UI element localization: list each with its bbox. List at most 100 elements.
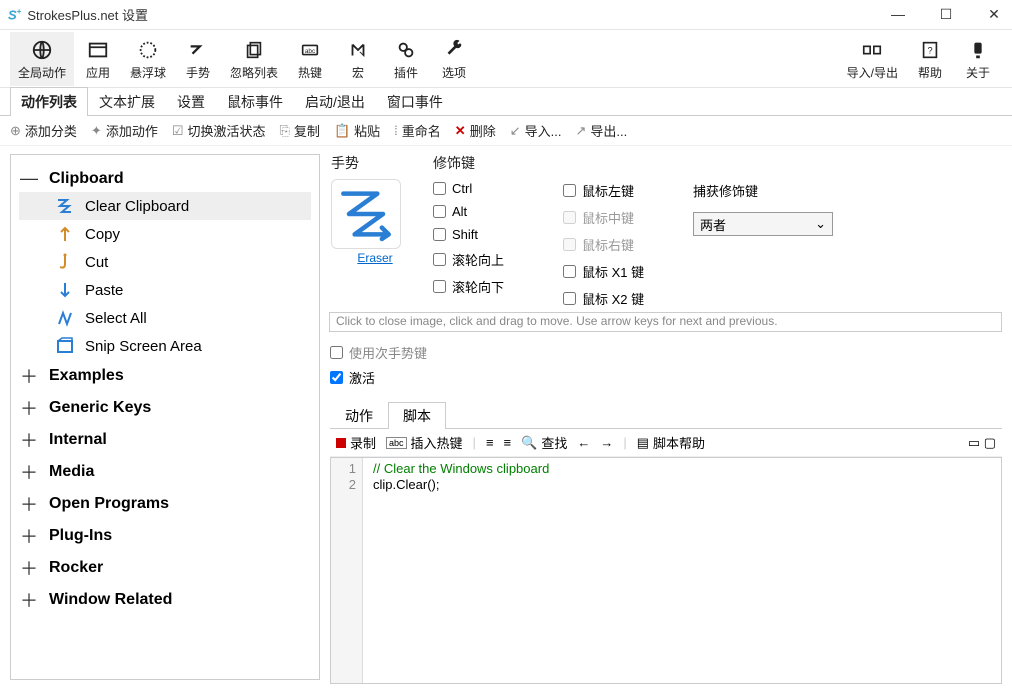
tree-cat-rocker[interactable]: ＋Rocker	[19, 552, 311, 584]
capture-select[interactable]: 两者 ⌄	[693, 212, 833, 236]
toolbar-label: 导入/导出	[847, 64, 898, 81]
subtab-mouse[interactable]: 鼠标事件	[216, 87, 294, 116]
prev-button[interactable]: ←	[577, 435, 590, 450]
import-button[interactable]: ↙导入...	[510, 121, 562, 140]
toggle-active-button[interactable]: ☑切换激活状态	[172, 121, 266, 140]
subtab-actions[interactable]: 动作列表	[10, 87, 88, 116]
record-button[interactable]: 录制	[336, 433, 376, 452]
cb-lbutton[interactable]: 鼠标左键	[563, 181, 673, 200]
cb-shift[interactable]: Shift	[433, 227, 543, 242]
tree-cat-openprograms[interactable]: ＋Open Programs	[19, 488, 311, 520]
subtab-settings[interactable]: 设置	[166, 87, 216, 116]
indent-button[interactable]: ≡	[486, 435, 494, 450]
code-editor[interactable]: 12 // Clear the Windows clipboard clip.C…	[330, 457, 1002, 684]
search-button[interactable]: 🔍查找	[521, 433, 567, 452]
edittab-action[interactable]: 动作	[330, 402, 388, 429]
tree-cat-plugins[interactable]: ＋Plug-Ins	[19, 520, 311, 552]
editor-toolbar: 录制 abc插入热键 | ≡ ≡ 🔍查找 ← → | ▤脚本帮助 ▭ ▢	[330, 429, 1002, 457]
code-token: .Clear();	[393, 477, 440, 492]
tree-cat-clipboard[interactable]: —Clipboard	[19, 165, 311, 192]
toolbar-label: 选项	[442, 64, 466, 81]
subtab-textexp[interactable]: 文本扩展	[88, 87, 166, 116]
cb-x1button[interactable]: 鼠标 X1 键	[563, 262, 673, 281]
gesture-link[interactable]: Eraser	[331, 251, 419, 265]
toolbar-apps[interactable]: 应用	[74, 32, 122, 86]
window-mode-button[interactable]: ▭ ▢	[968, 435, 996, 451]
collapse-icon: —	[19, 168, 39, 189]
toolbar-label: 忽略列表	[230, 64, 278, 81]
window-icon	[87, 36, 109, 64]
toolbar-macro[interactable]: 宏	[334, 32, 382, 86]
subtab-startexit[interactable]: 启动/退出	[294, 87, 376, 116]
cb-wheeldown[interactable]: 滚轮向下	[433, 277, 543, 296]
expand-icon: ＋	[19, 491, 39, 517]
image-tooltip: Click to close image, click and drag to …	[329, 312, 1002, 332]
editor-tabs: 动作 脚本	[330, 401, 1002, 429]
tree-item-paste[interactable]: Paste	[19, 276, 311, 304]
outdent-button[interactable]: ≡	[504, 435, 512, 450]
close-button[interactable]: ✕	[984, 6, 1004, 23]
cb-secondary[interactable]: 使用次手势键	[330, 343, 1002, 362]
tree-cat-windowrelated[interactable]: ＋Window Related	[19, 584, 311, 616]
tree-cat-media[interactable]: ＋Media	[19, 456, 311, 488]
cb-alt[interactable]: Alt	[433, 204, 543, 219]
tree-item-clear-clipboard[interactable]: Clear Clipboard	[19, 192, 311, 220]
toolbar-label: 悬浮球	[130, 64, 166, 81]
paste-button[interactable]: 📋粘贴	[334, 121, 380, 140]
next-button[interactable]: →	[600, 435, 613, 450]
delete-button[interactable]: ✕删除	[455, 121, 496, 140]
cb-ctrl[interactable]: Ctrl	[433, 181, 543, 196]
code-area[interactable]: // Clear the Windows clipboard clip.Clea…	[363, 458, 1001, 683]
cb-wheelup[interactable]: 滚轮向上	[433, 250, 543, 269]
toolbar-label: 关于	[966, 64, 990, 81]
expand-icon: ＋	[19, 555, 39, 581]
tree-item-snip[interactable]: Snip Screen Area	[19, 332, 311, 360]
maximize-button[interactable]: ☐	[936, 6, 956, 23]
toolbar-about[interactable]: 关于	[954, 32, 1002, 86]
toolbar-importexport[interactable]: 导入/导出	[839, 32, 906, 86]
tree-cat-examples[interactable]: ＋Examples	[19, 360, 311, 392]
svg-text:abc: abc	[305, 48, 316, 55]
add-category-button[interactable]: ⊕添加分类	[10, 121, 77, 140]
insert-hotkey-button[interactable]: abc插入热键	[386, 433, 463, 452]
cb-rbutton: 鼠标右键	[563, 235, 673, 254]
snip-icon	[55, 336, 75, 356]
action-bar: ⊕添加分类 ✦添加动作 ☑切换激活状态 ⎘复制 📋粘贴 ⁞重命名 ✕删除 ↙导入…	[0, 116, 1012, 146]
gesture-preview[interactable]	[331, 179, 401, 249]
expand-icon: ＋	[19, 523, 39, 549]
code-token: clip	[373, 477, 393, 492]
toolbar-ignore[interactable]: 忽略列表	[222, 32, 286, 86]
tree-cat-generic[interactable]: ＋Generic Keys	[19, 392, 311, 424]
toolbar-gestures[interactable]: 手势	[174, 32, 222, 86]
minimize-button[interactable]: —	[888, 6, 908, 23]
expand-icon: ＋	[19, 363, 39, 389]
expand-icon: ＋	[19, 587, 39, 613]
float-icon	[137, 36, 159, 64]
toolbar-help[interactable]: ? 帮助	[906, 32, 954, 86]
toolbar-label: 热键	[298, 64, 322, 81]
svg-text:?: ?	[927, 46, 932, 56]
subtab-window[interactable]: 窗口事件	[376, 87, 454, 116]
toolbar-options[interactable]: 选项	[430, 32, 478, 86]
cb-x2button[interactable]: 鼠标 X2 键	[563, 289, 673, 308]
toolbar-global[interactable]: 全局动作	[10, 32, 74, 86]
copy-button[interactable]: ⎘复制	[280, 121, 320, 140]
tree-item-cut[interactable]: Cut	[19, 248, 311, 276]
script-help-button[interactable]: ▤脚本帮助	[637, 433, 705, 452]
add-action-button[interactable]: ✦添加动作	[91, 121, 158, 140]
tree-cat-internal[interactable]: ＋Internal	[19, 424, 311, 456]
rename-button[interactable]: ⁞重命名	[394, 121, 441, 140]
action-tree[interactable]: —Clipboard Clear Clipboard Copy Cut Past…	[10, 154, 320, 680]
toolbar-plugins[interactable]: 插件	[382, 32, 430, 86]
tree-item-selectall[interactable]: Select All	[19, 304, 311, 332]
export-button[interactable]: ↗导出...	[575, 121, 627, 140]
tree-item-copy[interactable]: Copy	[19, 220, 311, 248]
toolbar-hotkeys[interactable]: abc 热键	[286, 32, 334, 86]
cb-active[interactable]: 激活	[330, 368, 1002, 387]
toolbar-float[interactable]: 悬浮球	[122, 32, 174, 86]
title-label: StrokesPlus.net 设置	[27, 5, 148, 24]
arrow-down-icon	[55, 280, 75, 300]
stack-icon	[243, 36, 265, 64]
edittab-script[interactable]: 脚本	[388, 402, 446, 429]
hook-icon	[55, 252, 75, 272]
